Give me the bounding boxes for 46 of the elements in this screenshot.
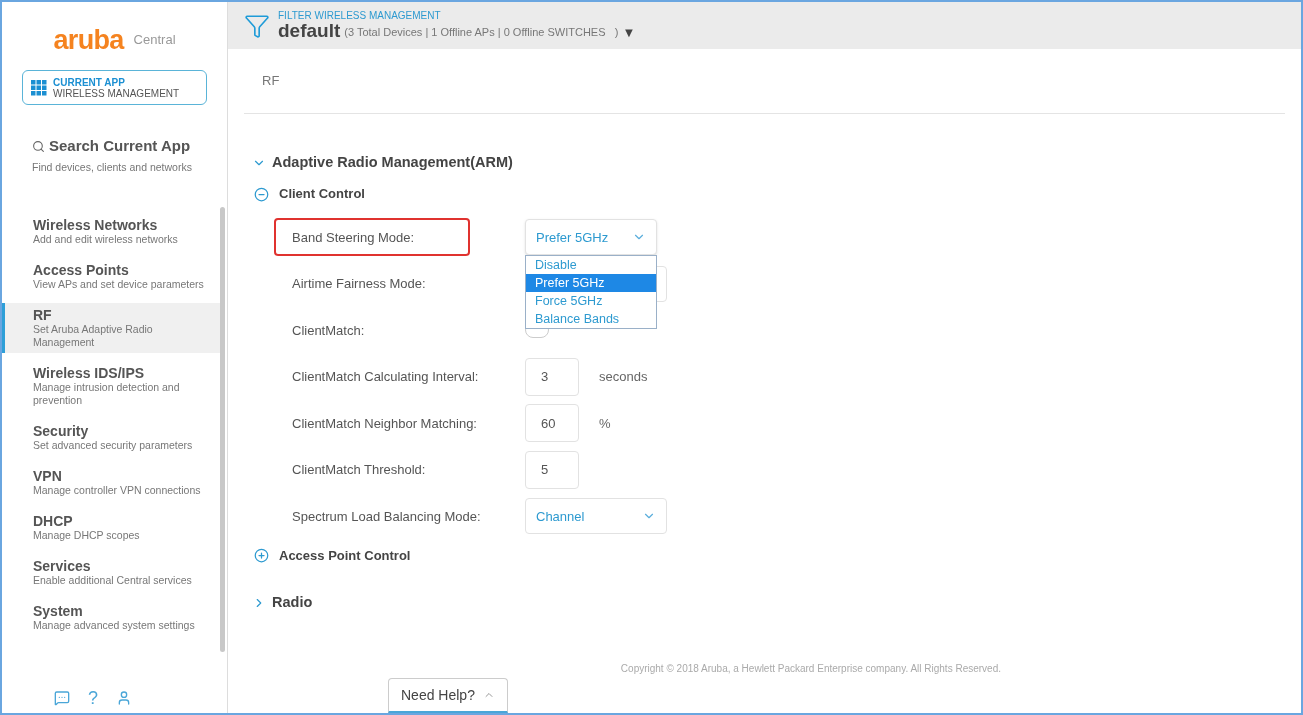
minus-circle-icon	[254, 186, 269, 202]
sidebar-item[interactable]: RF Set Aruba Adaptive Radio Management	[2, 303, 220, 354]
field-label: ClientMatch Neighbor Matching:	[292, 414, 477, 433]
sidebar-item[interactable]: System Manage advanced system settings	[2, 599, 220, 637]
plus-circle-icon	[254, 548, 269, 563]
product-name: Central	[133, 31, 176, 50]
number-field[interactable]: 60	[525, 404, 579, 443]
field-label: ClientMatch Calculating Interval:	[292, 368, 479, 386]
filter-icon	[244, 12, 270, 39]
chat-icon[interactable]	[54, 690, 70, 706]
filter-bar[interactable]: FILTER WIRELESS MANAGEMENT default (3 Total Devices | 1 Offline APs | 0 Offline SWITCHES ) ▼	[228, 2, 1301, 49]
unit-label: seconds	[599, 368, 648, 386]
search-hint: Find devices, clients and networks	[32, 159, 193, 175]
section-header[interactable]: Adaptive Radio Management(ARM)	[252, 148, 513, 178]
dropdown-option[interactable]: Prefer 5GHz	[526, 274, 656, 293]
sidebar-item[interactable]: Wireless IDS/IPS Manage intrusion detection and prevention	[2, 361, 220, 412]
copyright-text: Copyright © 2018 Aruba, a Hewlett Packard Enterprise company. All Rights Reserved.	[620, 662, 1001, 676]
search-link[interactable]: Search Current App	[49, 135, 191, 158]
filter-label: FILTER WIRELESS MANAGEMENT	[278, 11, 442, 21]
section-header[interactable]: Radio	[252, 587, 313, 618]
search-icon	[32, 139, 45, 153]
sidebar-item[interactable]: VPN Manage controller VPN connections	[2, 464, 220, 502]
user-icon[interactable]	[116, 690, 132, 706]
device-summary: (3 Total Devices | 1 Offline APs | 0 Offline SWITCHES )	[344, 27, 619, 38]
field-label: ClientMatch Threshold:	[292, 461, 426, 479]
field-label: Band Steering Mode:	[274, 218, 470, 257]
sidebar-item[interactable]: Security Set advanced security parameters	[2, 419, 220, 457]
group-header[interactable]: Access Point Control	[252, 539, 411, 572]
group-name: default	[278, 21, 341, 40]
number-field[interactable]: 5	[525, 450, 579, 489]
sidebar-item[interactable]: DHCP Manage DHCP scopes	[2, 509, 220, 547]
grid-icon	[31, 79, 47, 96]
page-title: RF	[262, 72, 280, 91]
help-button[interactable]: Need Help?	[388, 678, 508, 713]
caret-icon[interactable]: ▼	[622, 26, 636, 39]
field-label: Airtime Fairness Mode:	[292, 275, 426, 293]
group-header[interactable]: Client Control	[252, 178, 365, 210]
sidebar-item[interactable]: Services Enable additional Central services	[2, 554, 220, 592]
number-field[interactable]: 3	[525, 357, 579, 396]
brand-logo: aruba	[53, 26, 124, 54]
field-label: ClientMatch:	[292, 321, 365, 340]
field-label: Spectrum Load Balancing Mode:	[292, 507, 481, 526]
unit-label: %	[599, 414, 611, 433]
current-app-button[interactable]: CURRENT APP WIRELESS MANAGEMENT	[22, 70, 207, 105]
sidebar-item[interactable]: Access Points View APs and set device parameters	[2, 258, 220, 296]
sidebar-item[interactable]: Wireless Networks Add and edit wireless networks	[2, 213, 220, 251]
